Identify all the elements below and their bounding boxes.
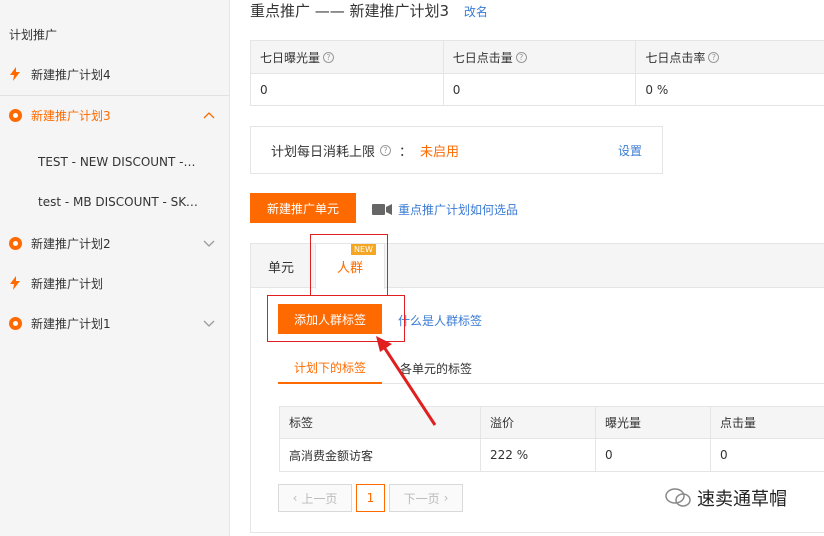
chat-bubble-icon <box>665 488 691 507</box>
crowd-tag-table: 标签 溢价 曝光量 点击量 高消费金额访客 222 % 0 0 <box>279 406 824 472</box>
video-camera-icon <box>372 204 392 215</box>
column-header-premium: 溢价 <box>481 407 596 438</box>
sidebar-item-plan1[interactable]: 新建推广计划1 <box>0 303 230 343</box>
stats-header-clicks: 七日点击量? <box>444 41 637 73</box>
tab-bar: 单元 人群 NEW <box>251 244 824 289</box>
sidebar-item-plan4[interactable]: 新建推广计划4 <box>0 54 230 94</box>
sidebar-subitem-sku-mb-discount[interactable]: test - MB DISCOUNT - SKU 1 <box>38 195 198 209</box>
cell-tag: 高消费金额访客 <box>280 439 481 471</box>
pagination-next-button[interactable]: 下一页 › <box>389 484 463 512</box>
new-badge: NEW <box>351 244 376 255</box>
cell-clicks: 0 <box>720 448 728 462</box>
video-link-label: 重点推广计划如何选品 <box>398 203 519 217</box>
add-crowd-tag-button[interactable]: 添加人群标签 <box>278 304 382 334</box>
column-header-impressions: 曝光量 <box>596 407 711 438</box>
budget-label: 计划每日消耗上限 <box>271 144 376 160</box>
status-dot-icon <box>8 236 22 250</box>
stats-value-ctr: 0 % <box>645 83 669 97</box>
annotation-arrow <box>376 336 437 426</box>
pagination-page-current[interactable]: 1 <box>356 484 385 512</box>
tab-crowd-label: 人群 <box>336 261 363 276</box>
cell-premium: 222 % <box>481 439 596 471</box>
chevron-right-icon: › <box>443 491 449 505</box>
budget-status: 未启用 <box>420 144 460 160</box>
daily-budget-box: 计划每日消耗上限 ? ： 未启用 设置 <box>250 126 663 174</box>
cell-impressions: 0 <box>596 439 711 471</box>
watermark-text: 速卖通草帽 <box>697 489 787 510</box>
stats-header-ctr: 七日点击率? <box>636 41 824 73</box>
what-is-crowd-tag-link[interactable]: 什么是人群标签 <box>398 312 482 329</box>
pagination-prev-button[interactable]: ‹ 上一页 <box>278 484 352 512</box>
chevron-up-icon[interactable] <box>202 108 216 122</box>
help-icon[interactable]: ? <box>323 51 335 63</box>
stats-table: 七日曝光量? 七日点击量? 七日点击率? 0 0 0 % <box>250 40 824 106</box>
sidebar-item-plan[interactable]: 新建推广计划 <box>0 263 230 303</box>
sidebar-item-label: 新建推广计划4 <box>31 67 111 82</box>
help-icon[interactable]: ? <box>708 51 720 63</box>
sidebar-item-label: 新建推广计划3 <box>31 108 111 123</box>
sidebar-item-label: 新建推广计划2 <box>31 236 111 251</box>
sidebar: 计划推广 新建推广计划4 新建推广计划3 TEST - NEW DISCOUNT… <box>0 0 230 536</box>
page-title: 重点推广 —— 新建推广计划3 <box>250 2 450 20</box>
column-header-clicks: 点击量 <box>720 416 757 430</box>
sidebar-subitem-sku-new-discount[interactable]: TEST - NEW DISCOUNT - SK... <box>38 155 198 169</box>
budget-set-link[interactable]: 设置 <box>618 142 642 159</box>
help-icon[interactable]: ? <box>515 51 527 63</box>
stats-value-impressions: 0 <box>251 74 444 106</box>
chevron-left-icon: ‹ <box>292 491 298 505</box>
page-title-row: 重点推广 —— 新建推广计划3 改名 <box>250 0 488 21</box>
crowd-subtabs: 计划下的标签 各单元的标签 <box>278 352 824 384</box>
chevron-down-icon[interactable] <box>202 316 216 330</box>
chevron-down-icon[interactable] <box>202 236 216 250</box>
sidebar-item-label: 新建推广计划1 <box>31 316 111 331</box>
sidebar-heading: 计划推广 <box>9 28 58 42</box>
lightning-icon <box>8 67 22 81</box>
status-dot-icon <box>8 108 22 122</box>
table-row: 高消费金额访客 222 % 0 0 <box>280 439 824 471</box>
lightning-icon <box>8 276 22 290</box>
tab-unit[interactable]: 单元 <box>251 244 311 288</box>
stats-header-impressions: 七日曝光量? <box>251 41 444 73</box>
stats-value-clicks: 0 <box>444 74 637 106</box>
help-icon[interactable]: ? <box>380 144 392 156</box>
sidebar-item-label: 新建推广计划 <box>31 276 104 291</box>
rename-link[interactable]: 改名 <box>464 5 488 19</box>
budget-colon: ： <box>399 144 413 160</box>
new-unit-button[interactable]: 新建推广单元 <box>250 193 356 223</box>
subtab-plan-tags[interactable]: 计划下的标签 <box>278 352 382 384</box>
status-dot-icon <box>8 316 22 330</box>
watermark: 速卖通草帽 <box>665 485 787 511</box>
table-header-row: 标签 溢价 曝光量 点击量 <box>280 407 824 439</box>
product-selection-video-link[interactable]: 重点推广计划如何选品 <box>372 201 518 218</box>
sidebar-item-plan2[interactable]: 新建推广计划2 <box>0 223 230 263</box>
sidebar-item-plan3[interactable]: 新建推广计划3 <box>0 95 230 135</box>
